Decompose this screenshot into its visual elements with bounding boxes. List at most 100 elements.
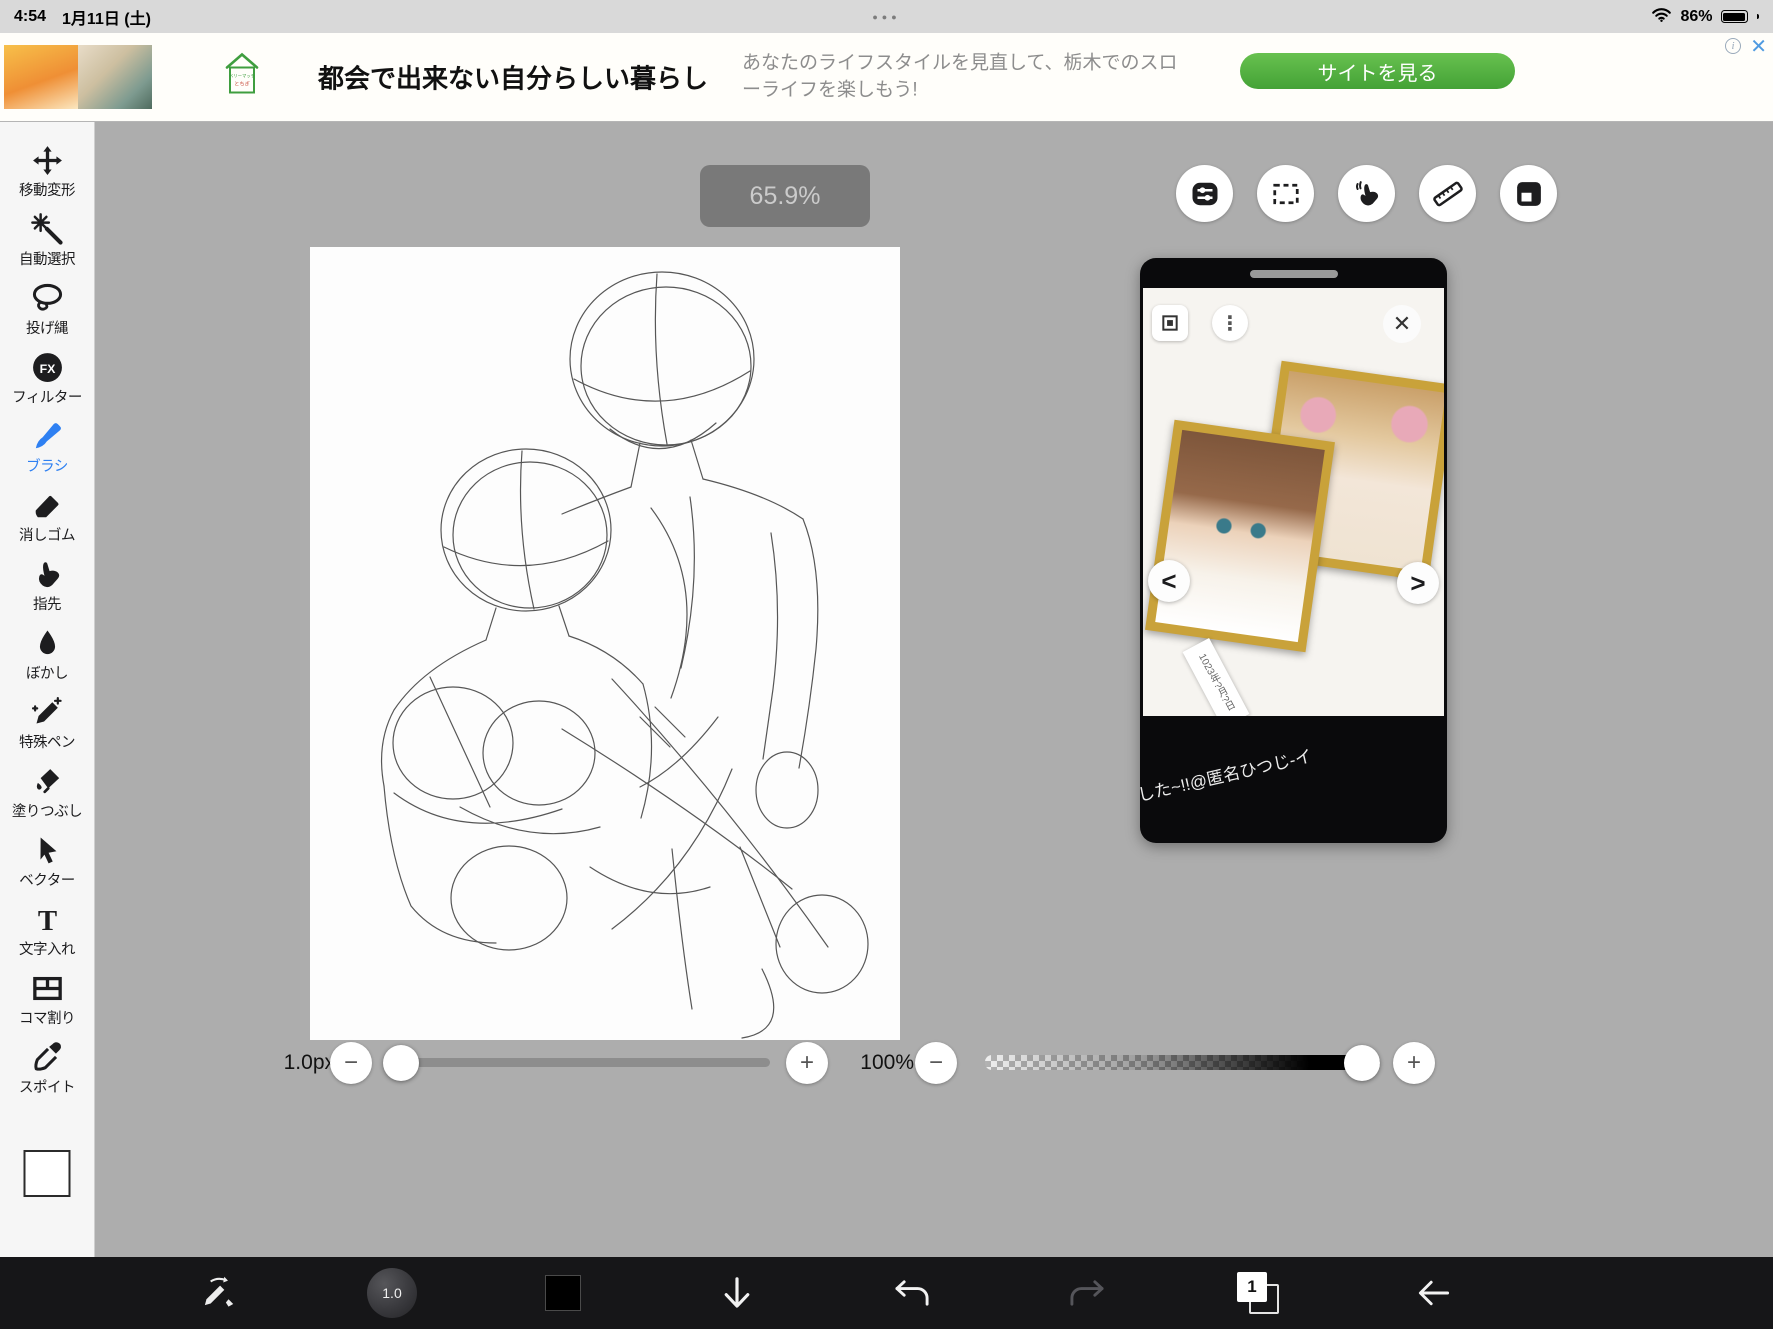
zoom-indicator: 65.9%	[700, 165, 870, 227]
svg-text:T: T	[37, 905, 56, 936]
eraser-icon	[35, 495, 58, 518]
back-arrow-icon	[1418, 1280, 1450, 1306]
redo-button[interactable]	[1068, 1278, 1106, 1308]
tool-auto-select[interactable]: 自動選択	[0, 213, 94, 282]
tool-move-transform[interactable]: 移動変形	[0, 144, 94, 213]
tool-vector[interactable]: ベクター	[0, 834, 94, 903]
vector-cursor-icon	[39, 837, 56, 864]
tool-label: フィルター	[12, 390, 82, 406]
ad-subtitle: あなたのライフスタイルを見直して、栃木でのスローライフを楽しもう!	[742, 52, 1178, 100]
svg-text:ベリーマッチ: ベリーマッチ	[229, 74, 255, 80]
active-color-swatch[interactable]	[545, 1275, 581, 1311]
layer-count: 1	[1237, 1272, 1267, 1302]
back-button[interactable]	[1417, 1279, 1451, 1307]
brush-size-plus-button[interactable]: +	[786, 1042, 828, 1084]
clock: 4:54	[14, 7, 47, 25]
settings-toggles-icon	[1192, 182, 1217, 205]
brush-size-slider[interactable]	[385, 1058, 770, 1067]
undo-button[interactable]	[893, 1278, 931, 1308]
pip-icon[interactable]	[1152, 305, 1188, 341]
lasso-icon	[32, 283, 62, 311]
hand-tool-button[interactable]	[1338, 165, 1395, 222]
video-close-icon[interactable]: ✕	[1383, 305, 1421, 343]
tool-text[interactable]: T 文字入れ	[0, 903, 94, 972]
prev-button[interactable]: <	[1148, 560, 1190, 602]
svg-text:FX: FX	[39, 362, 56, 376]
top-buttons	[1176, 165, 1557, 222]
opacity-label: 100%	[860, 1051, 914, 1074]
opacity-minus-button[interactable]: −	[915, 1042, 957, 1084]
tool-label: ブラシ	[26, 459, 68, 475]
hand-gesture-icon	[1355, 180, 1378, 206]
opacity-slider[interactable]	[985, 1055, 1380, 1070]
tool-label: 特殊ペン	[19, 735, 76, 751]
status-bar: 4:54 1月11日 (土) ●●● 86%	[0, 0, 1773, 33]
canvas-area: 65.9% 1023年?月?日 ⋮ ✕ < > した~!!@匿名ひつじ-イ 1.…	[95, 122, 1773, 1257]
tool-eraser[interactable]: 消しゴム	[0, 489, 94, 558]
tool-label: ベクター	[19, 873, 75, 889]
fx-filter-icon: FX	[32, 353, 62, 382]
ad-close-icon[interactable]: ✕	[1750, 34, 1767, 59]
sketch-artwork	[380, 271, 869, 1039]
tool-finger[interactable]: 指先	[0, 558, 94, 627]
ad-info-icon[interactable]: i	[1725, 38, 1741, 54]
collapse-button[interactable]	[722, 1276, 752, 1310]
down-arrow-icon	[724, 1277, 750, 1308]
ruler-icon	[1432, 181, 1463, 206]
selection-button[interactable]	[1257, 165, 1314, 222]
eyedropper-icon	[33, 1042, 61, 1071]
tool-lasso[interactable]: 投げ縄	[0, 282, 94, 351]
layers-button[interactable]: 1	[1237, 1272, 1279, 1314]
brush-icon	[35, 423, 61, 449]
fill-icon	[36, 769, 59, 794]
next-button[interactable]: >	[1397, 562, 1439, 604]
opacity-knob[interactable]	[1344, 1045, 1380, 1081]
more-options-icon[interactable]: ⋮	[1212, 305, 1248, 341]
opacity-plus-button[interactable]: +	[1393, 1042, 1435, 1084]
pen-eraser-swap-button[interactable]	[197, 1275, 239, 1311]
wifi-icon	[1651, 6, 1672, 28]
picture-frame-left	[1145, 419, 1335, 653]
multitask-dots: ●●●	[872, 11, 901, 22]
ad-logo: ベリーマッチ とちぎ	[222, 51, 262, 104]
current-color-swatch[interactable]	[23, 1150, 71, 1197]
brush-size-value: 1.0	[382, 1285, 402, 1301]
tool-label: スポイト	[19, 1080, 76, 1096]
tool-eyedropper[interactable]: スポイト	[0, 1041, 94, 1110]
battery-icon	[1720, 10, 1748, 23]
tool-brush[interactable]: ブラシ	[0, 420, 94, 489]
screen: 4:54 1月11日 (土) ●●● 86% ベリーマッチ とちぎ 都会で出来な…	[0, 0, 1773, 1329]
svg-text:とちぎ: とちぎ	[234, 80, 250, 88]
ad-banner[interactable]: ベリーマッチ とちぎ 都会で出来ない自分らしい暮らし あなたのライフスタイルを見…	[0, 33, 1773, 122]
workspace: 移動変形 自動選択 投げ縄 FX フィルター ブラシ 消しゴム 指先 ぼかし 特…	[0, 122, 1773, 1257]
brush-size-minus-button[interactable]: −	[330, 1042, 372, 1084]
tool-fill[interactable]: 塗りつぶし	[0, 765, 94, 834]
tool-label: コマ割り	[19, 1011, 76, 1027]
settings-toggles-button[interactable]	[1176, 165, 1233, 222]
tool-panel-split[interactable]: コマ割り	[0, 972, 94, 1041]
date-tag: 1023年?月?日	[1182, 637, 1250, 716]
tool-filter[interactable]: FX フィルター	[0, 351, 94, 420]
bottom-toolbar: 1.0 1	[0, 1257, 1773, 1329]
magic-wand-icon	[30, 213, 63, 245]
ad-thumbnails	[4, 45, 152, 109]
video-ad-panel[interactable]: 1023年?月?日 ⋮ ✕ < > した~!!@匿名ひつじ-イ	[1140, 258, 1447, 843]
brush-preview[interactable]: 1.0	[367, 1268, 417, 1318]
selection-marquee-icon	[1272, 183, 1299, 204]
ad-image-2	[78, 45, 152, 109]
ad-cta-button[interactable]: サイトを見る	[1240, 53, 1515, 89]
ad-title: 都会で出来ない自分らしい暮らし	[318, 63, 709, 94]
brush-size-knob[interactable]	[383, 1045, 419, 1081]
material-button[interactable]	[1500, 165, 1557, 222]
blur-drop-icon	[39, 630, 55, 655]
tool-special-pen[interactable]: 特殊ペン	[0, 696, 94, 765]
ruler-button[interactable]	[1419, 165, 1476, 222]
redo-icon	[1070, 1280, 1104, 1306]
tool-blur[interactable]: ぼかし	[0, 627, 94, 696]
brush-size-label: 1.0px	[283, 1051, 335, 1074]
drawing-canvas[interactable]	[310, 247, 900, 1040]
tool-label: 自動選択	[19, 252, 76, 268]
tool-label: 指先	[33, 597, 62, 613]
tool-label: 塗りつぶし	[11, 804, 83, 820]
date: 1月11日 (土)	[62, 10, 151, 28]
